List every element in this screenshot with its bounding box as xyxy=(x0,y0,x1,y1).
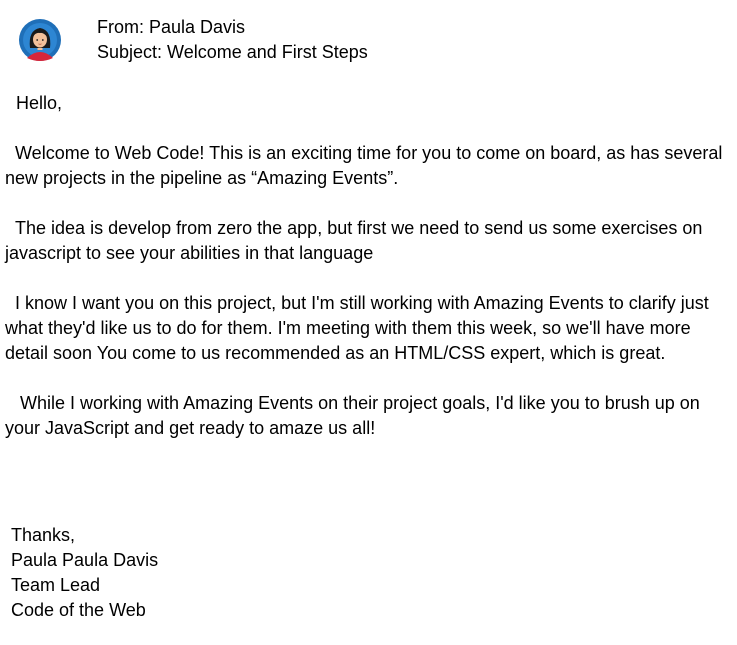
person-avatar-icon xyxy=(18,18,62,62)
signature-company: Code of the Web xyxy=(11,600,146,620)
signature-title: Team Lead xyxy=(11,575,101,595)
signature-closing: Thanks, xyxy=(11,525,76,545)
email-signature: Thanks, Paula Paula Davis Team Lead Code… xyxy=(11,523,158,623)
email-paragraph-4: While I working with Amazing Events on t… xyxy=(5,393,705,438)
email-from: From: Paula Davis xyxy=(97,17,246,37)
email-meta: From: Paula Davis Subject: Welcome and F… xyxy=(97,15,368,65)
email-paragraph-2: The idea is develop from zero the app, b… xyxy=(5,218,708,263)
signature-name: Paula Paula Davis xyxy=(11,550,159,570)
email-header: From: Paula Davis Subject: Welcome and F… xyxy=(0,0,737,70)
email-paragraph-1: Welcome to Web Code! This is an exciting… xyxy=(5,143,728,188)
email-greeting: Hello, xyxy=(16,93,63,113)
email-paragraph-3: I know I want you on this project, but I… xyxy=(5,293,714,363)
email-body: Hello, Welcome to Web Code! This is an e… xyxy=(5,91,727,466)
email-subject: Subject: Welcome and First Steps xyxy=(97,42,368,62)
